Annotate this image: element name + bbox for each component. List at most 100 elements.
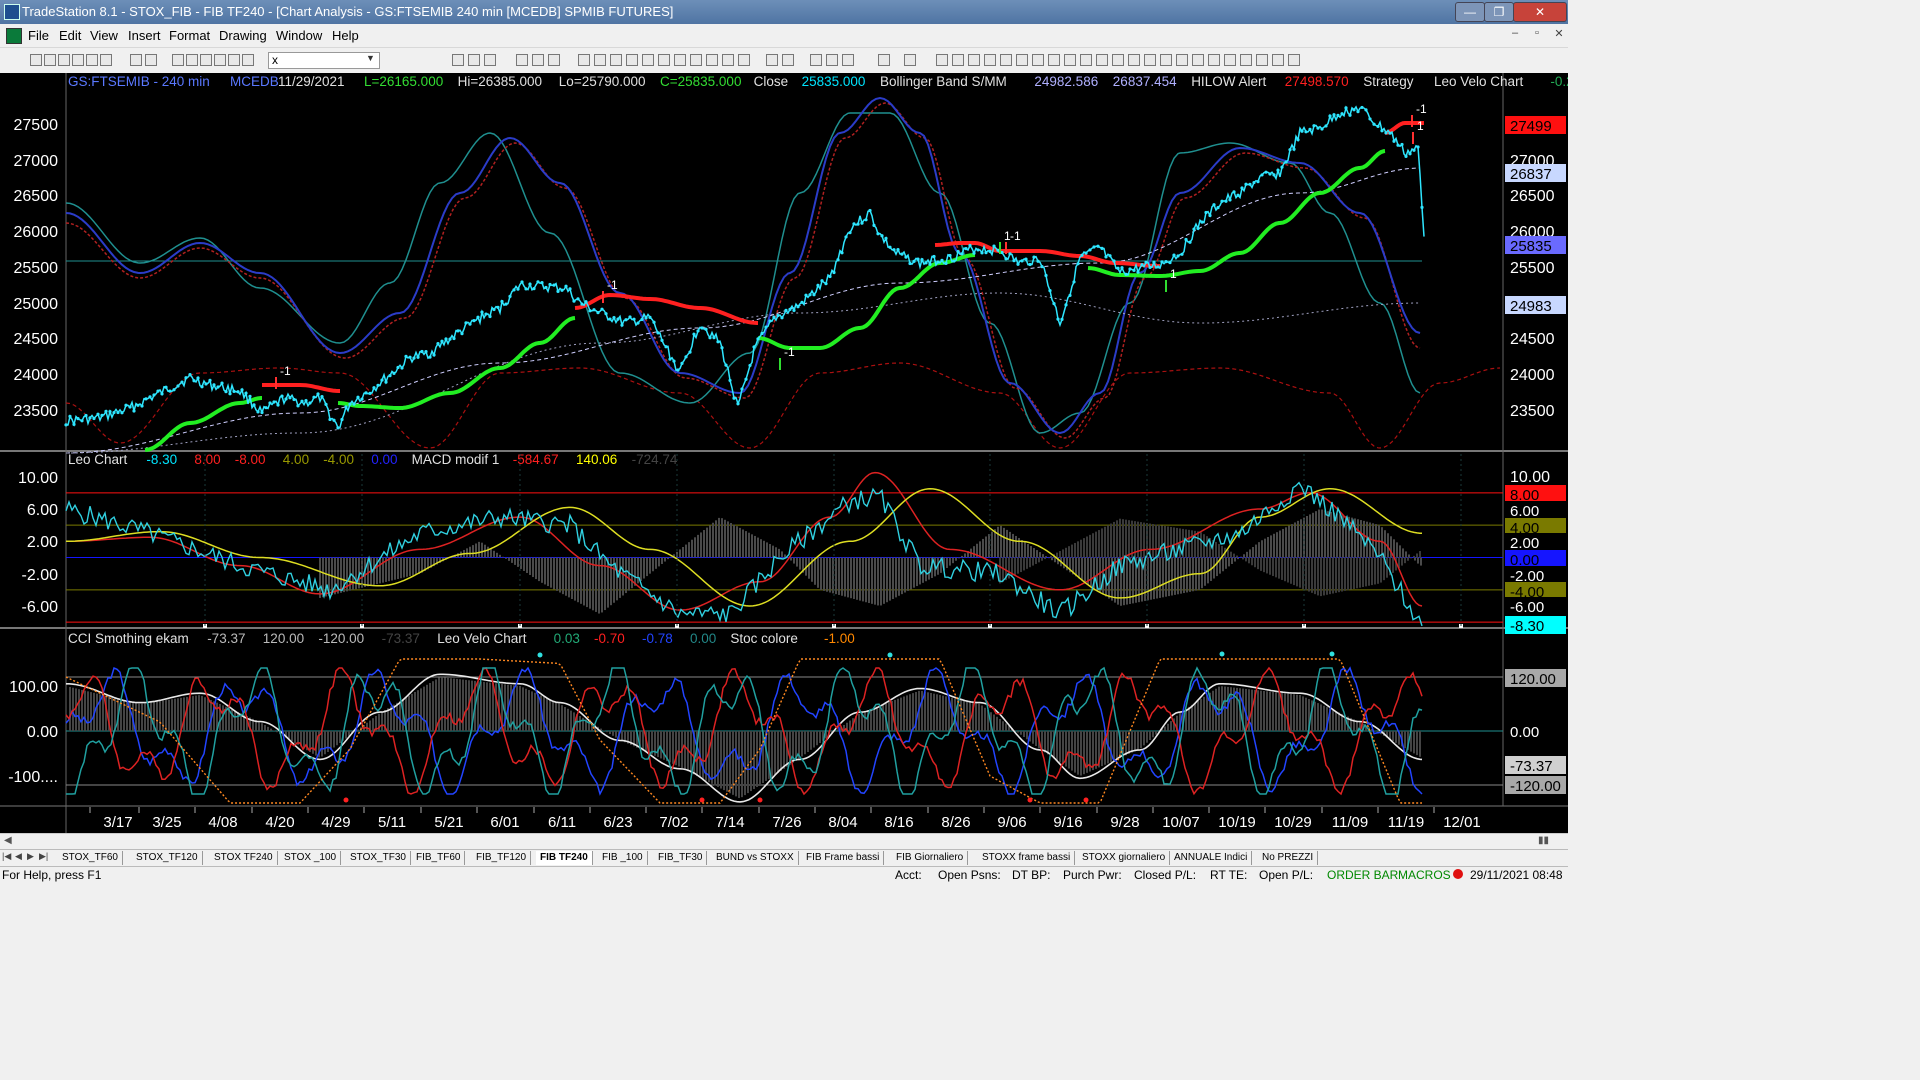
toolbar-tool-icon[interactable] xyxy=(72,54,84,66)
toolbar-tool-icon[interactable] xyxy=(1288,54,1300,66)
menu-help[interactable]: Help xyxy=(332,28,359,43)
toolbar-tool-icon[interactable] xyxy=(1048,54,1060,66)
tab-bund-vs-stoxx[interactable]: BUND vs STOXX xyxy=(712,851,799,865)
toolbar-tool-icon[interactable] xyxy=(1096,54,1108,66)
tab-stox-tf240[interactable]: STOX TF240 xyxy=(210,851,278,865)
toolbar-tool-icon[interactable] xyxy=(610,54,622,66)
toolbar-tool-icon[interactable] xyxy=(706,54,718,66)
tab-nav-last-icon[interactable]: ▶| xyxy=(39,851,48,862)
toolbar-tool-icon[interactable] xyxy=(766,54,778,66)
symbol-input[interactable]: x xyxy=(268,52,380,69)
toolbar-tool-icon[interactable] xyxy=(1192,54,1204,66)
toolbar-tool-icon[interactable] xyxy=(484,54,496,66)
menu-insert[interactable]: Insert xyxy=(128,28,161,43)
chart-analysis-window[interactable]: 3/17 3/25 4/08 4/20 4/29 5/11 5/21 6/01 6/11 6/23… xyxy=(0,73,1568,833)
toolbar-tool-icon[interactable] xyxy=(100,54,112,66)
toolbar-tool-icon[interactable] xyxy=(548,54,560,66)
toolbar-tool-icon[interactable] xyxy=(200,54,212,66)
symbol-dropdown-icon[interactable]: ▼ xyxy=(366,53,375,63)
toolbar-tool-icon[interactable] xyxy=(1256,54,1268,66)
toolbar-tool-icon[interactable] xyxy=(738,54,750,66)
toolbar-tool-icon[interactable] xyxy=(30,54,42,66)
toolbar-tool-icon[interactable] xyxy=(578,54,590,66)
tab-stoxx-frame-bassi[interactable]: STOXX frame bassi xyxy=(978,851,1076,865)
toolbar-tool-icon[interactable] xyxy=(1208,54,1220,66)
toolbar-tool-icon[interactable] xyxy=(1272,54,1284,66)
tab-nav-first-icon[interactable]: |◀ xyxy=(2,851,11,862)
menu-edit[interactable]: Edit xyxy=(59,28,81,43)
toolbar-tool-icon[interactable] xyxy=(145,54,157,66)
toolbar-tool-icon[interactable] xyxy=(452,54,464,66)
toolbar-tool-icon[interactable] xyxy=(594,54,606,66)
mdi-minimize-button[interactable]: – xyxy=(1506,27,1524,43)
toolbar-tool-icon[interactable] xyxy=(516,54,528,66)
toolbar-tool-icon[interactable] xyxy=(44,54,56,66)
close-button[interactable]: ✕ xyxy=(1513,2,1567,22)
toolbar-tool-icon[interactable] xyxy=(810,54,822,66)
toolbar-tool-icon[interactable] xyxy=(1016,54,1028,66)
tab-fib-tf120[interactable]: FIB_TF120 xyxy=(472,851,532,865)
toolbar-tool-icon[interactable] xyxy=(1112,54,1124,66)
tab-no-prezzi[interactable]: No PREZZI xyxy=(1258,851,1319,865)
toolbar-tool-icon[interactable] xyxy=(984,54,996,66)
toolbar-tool-icon[interactable] xyxy=(1064,54,1076,66)
toolbar-tool-icon[interactable] xyxy=(1128,54,1140,66)
mdi-close-button[interactable]: ✕ xyxy=(1550,27,1568,43)
toolbar-tool-icon[interactable] xyxy=(674,54,686,66)
status-order-bar[interactable]: ORDER BAR xyxy=(1327,868,1398,882)
tab-stox-tf120[interactable]: STOX_TF120 xyxy=(132,851,203,865)
chart-window-icon[interactable] xyxy=(6,28,22,44)
toolbar-tool-icon[interactable] xyxy=(936,54,948,66)
toolbar-tool-icon[interactable] xyxy=(1032,54,1044,66)
scroll-left-icon[interactable]: ◀ xyxy=(4,835,12,846)
menu-drawing[interactable]: Drawing xyxy=(219,28,267,43)
scroll-right-icon[interactable]: ▮▮ xyxy=(1538,835,1549,846)
tab-fib-100[interactable]: FIB _100 xyxy=(598,851,648,865)
toolbar-tool-icon[interactable] xyxy=(242,54,254,66)
minimize-button[interactable]: — xyxy=(1455,2,1485,22)
tab-fib-giornaliero[interactable]: FIB Giornaliero xyxy=(892,851,969,865)
toolbar-tool-icon[interactable] xyxy=(214,54,226,66)
toolbar-tool-icon[interactable] xyxy=(968,54,980,66)
toolbar-tool-icon[interactable] xyxy=(532,54,544,66)
toolbar-tool-icon[interactable] xyxy=(826,54,838,66)
toolbar-tool-icon[interactable] xyxy=(186,54,198,66)
toolbar-tool-icon[interactable] xyxy=(722,54,734,66)
menu-view[interactable]: View xyxy=(90,28,118,43)
tab-nav-prev-icon[interactable]: ◀ xyxy=(15,851,22,862)
toolbar-tool-icon[interactable] xyxy=(172,54,184,66)
toolbar-tool-icon[interactable] xyxy=(842,54,854,66)
status-macros[interactable]: MACROS xyxy=(1398,868,1451,882)
toolbar-tool-icon[interactable] xyxy=(642,54,654,66)
toolbar-tool-icon[interactable] xyxy=(1240,54,1252,66)
toolbar-tool-icon[interactable] xyxy=(468,54,480,66)
horizontal-scrollbar[interactable]: ◀ ▮▮ xyxy=(0,833,1568,850)
toolbar-tool-icon[interactable] xyxy=(1176,54,1188,66)
toolbar-tool-icon[interactable] xyxy=(626,54,638,66)
tab-annuale-indici[interactable]: ANNUALE Indici xyxy=(1170,851,1253,865)
chart-canvas[interactable]: 3/17 3/25 4/08 4/20 4/29 5/11 5/21 6/01 6/11 6/23… xyxy=(0,73,1568,833)
tab-stox-tf60[interactable]: STOX_TF60 xyxy=(58,851,123,865)
toolbar-tool-icon[interactable] xyxy=(690,54,702,66)
toolbar-tool-icon[interactable] xyxy=(130,54,142,66)
toolbar-tool-icon[interactable] xyxy=(1000,54,1012,66)
mdi-restore-button[interactable]: ▫ xyxy=(1528,27,1546,43)
toolbar-tool-icon[interactable] xyxy=(1144,54,1156,66)
toolbar-tool-icon[interactable] xyxy=(1224,54,1236,66)
toolbar-tool-icon[interactable] xyxy=(658,54,670,66)
toolbar-tool-icon[interactable] xyxy=(1080,54,1092,66)
toolbar-tool-icon[interactable] xyxy=(952,54,964,66)
menu-window[interactable]: Window xyxy=(276,28,322,43)
tab-fib-frame-bassi[interactable]: FIB Frame bassi xyxy=(802,851,885,865)
toolbar-tool-icon[interactable] xyxy=(1160,54,1172,66)
tab-fib-tf240[interactable]: FIB TF240 xyxy=(536,851,593,865)
menu-format[interactable]: Format xyxy=(169,28,210,43)
tab-stoxx-giornaliero[interactable]: STOXX giornaliero xyxy=(1078,851,1171,865)
toolbar-tool-icon[interactable] xyxy=(878,54,890,66)
toolbar-tool-icon[interactable] xyxy=(86,54,98,66)
tab-fib-tf60[interactable]: FIB_TF60 xyxy=(412,851,466,865)
toolbar-tool-icon[interactable] xyxy=(228,54,240,66)
toolbar-tool-icon[interactable] xyxy=(782,54,794,66)
toolbar-tool-icon[interactable] xyxy=(58,54,70,66)
maximize-button[interactable]: ❐ xyxy=(1484,2,1514,22)
